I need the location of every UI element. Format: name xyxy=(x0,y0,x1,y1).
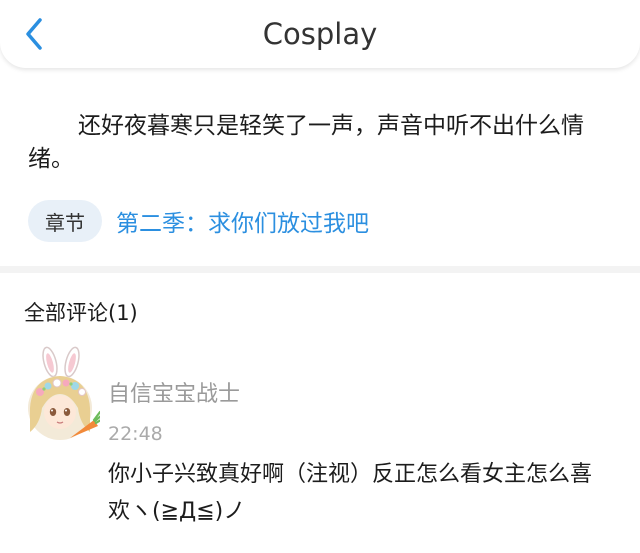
page-title: Cosplay xyxy=(262,17,378,51)
chapter-row: 章节 第二季：求你们放过我吧 xyxy=(28,200,369,242)
user-avatar-icon xyxy=(28,346,106,440)
comment-text: 你小子兴致真好啊（注视）反正怎么看女主怎么喜欢ヽ(≧Д≦)ノ xyxy=(108,462,593,524)
top-nav-bar: Cosplay xyxy=(0,0,640,68)
section-divider xyxy=(0,266,640,273)
avatar[interactable] xyxy=(20,346,106,442)
comment-timestamp: 22:48 xyxy=(108,423,163,445)
comment-username[interactable]: 自信宝宝战士 xyxy=(108,380,240,410)
comments-heading: 全部评论(1) xyxy=(24,301,138,325)
quoted-excerpt: 还好夜暮寒只是轻笑了一声，声音中听不出什么情绪。 xyxy=(28,113,584,172)
chapter-link[interactable]: 第二季：求你们放过我吧 xyxy=(116,204,369,238)
chapter-tag: 章节 xyxy=(28,200,102,242)
